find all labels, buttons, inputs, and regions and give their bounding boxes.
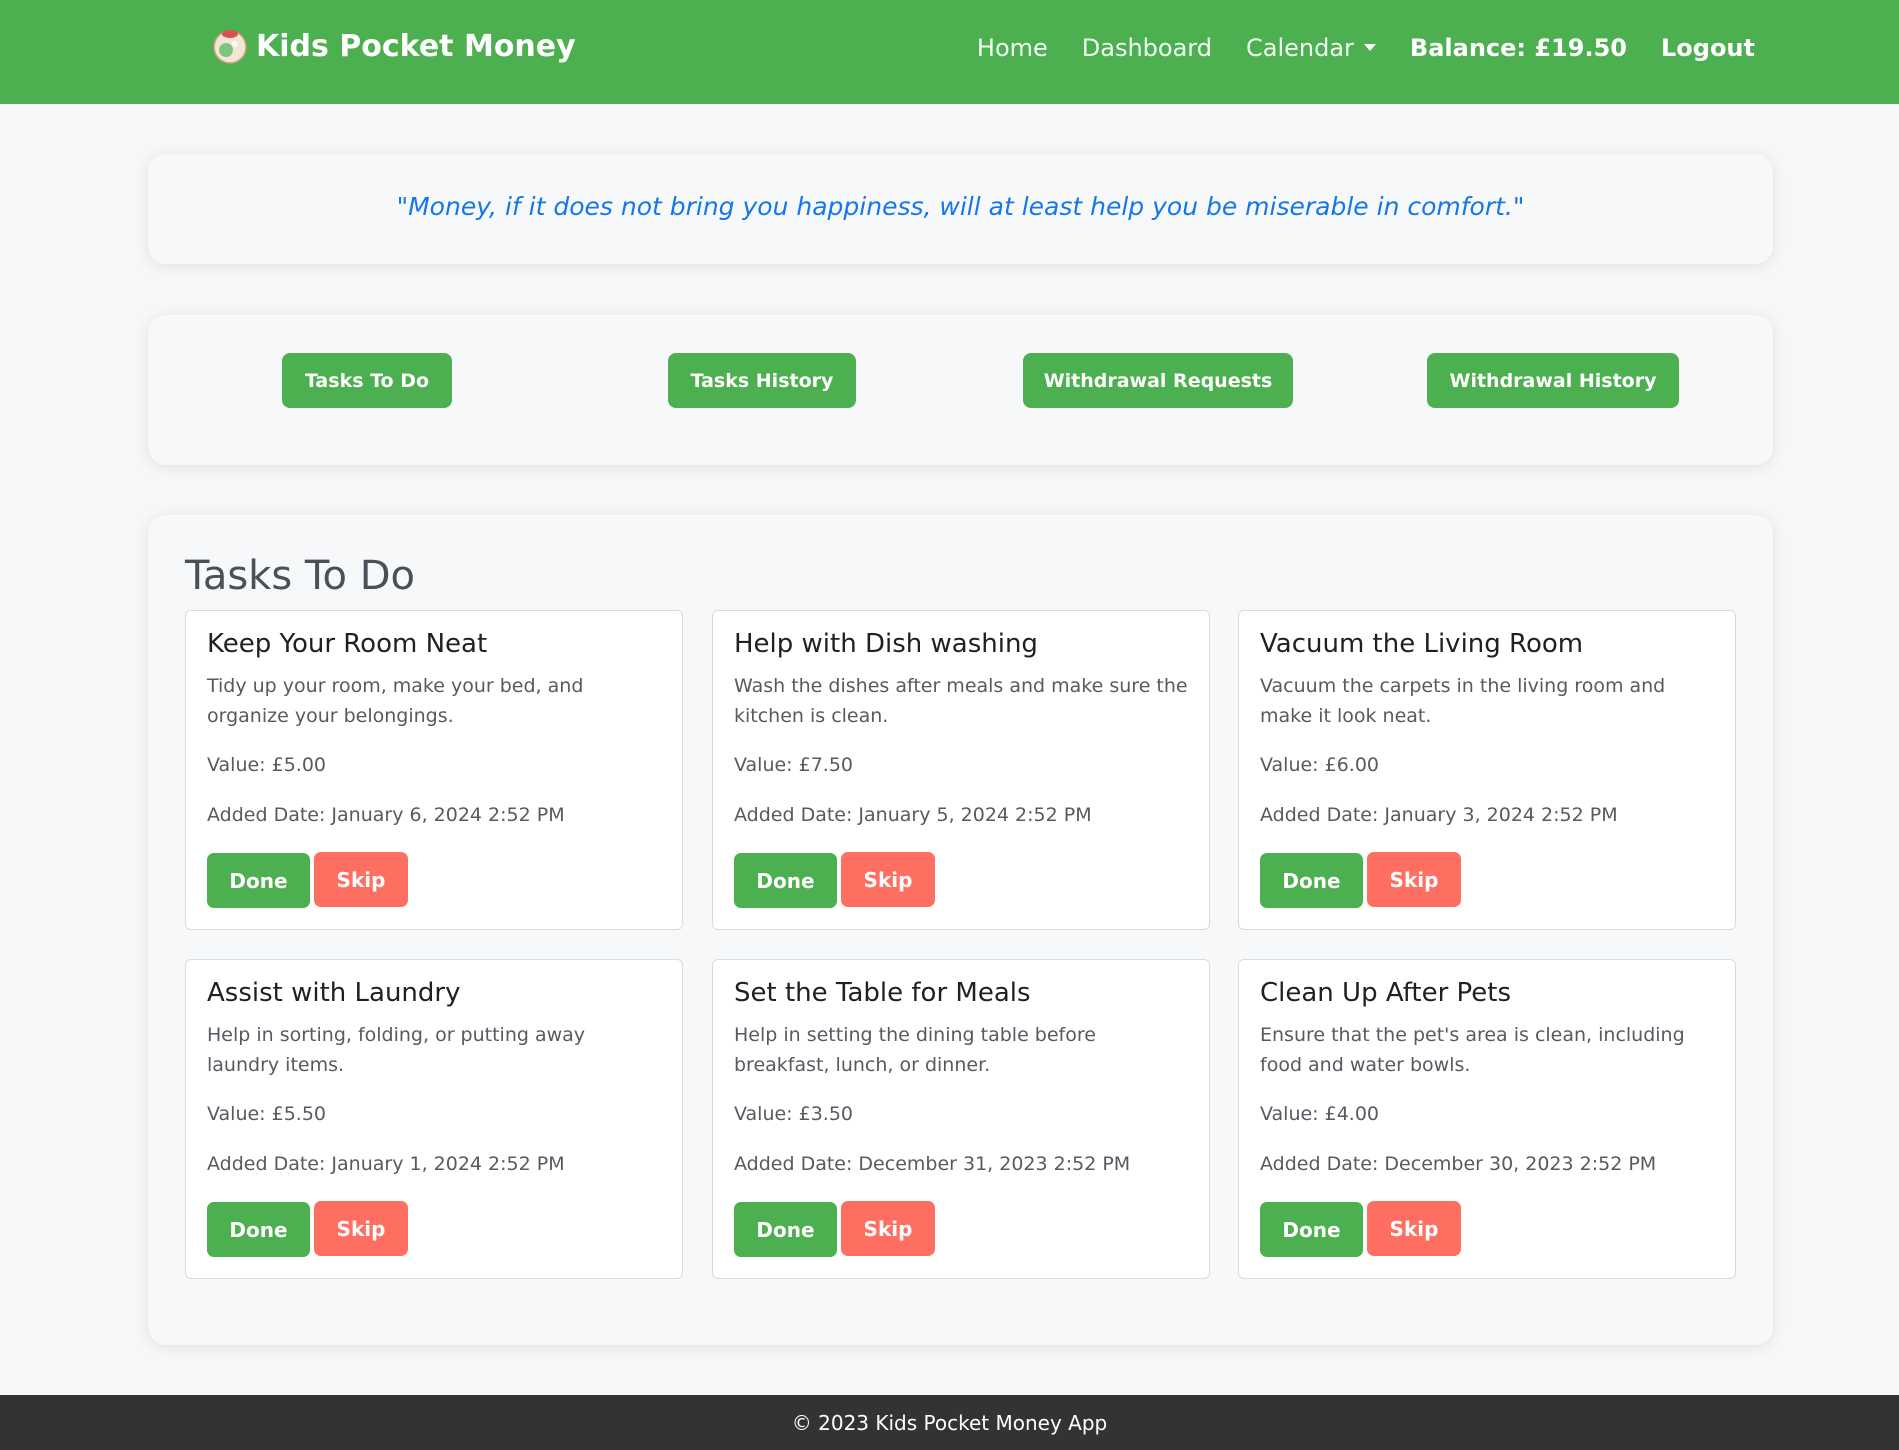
skip-button[interactable]: Skip bbox=[314, 852, 408, 907]
task-card: Clean Up After Pets Ensure that the pet'… bbox=[1238, 959, 1736, 1279]
balance-display: Balance: £19.50 bbox=[1409, 34, 1627, 62]
task-added-date: Added Date: December 31, 2023 2:52 PM bbox=[734, 1153, 1131, 1175]
task-title: Assist with Laundry bbox=[207, 978, 461, 1008]
task-added-date: Added Date: January 3, 2024 2:52 PM bbox=[1260, 804, 1618, 826]
task-card: Set the Table for Meals Help in setting … bbox=[712, 959, 1210, 1279]
brand-link[interactable]: Kids Pocket Money bbox=[210, 26, 576, 66]
task-added-date: Added Date: December 30, 2023 2:52 PM bbox=[1260, 1153, 1657, 1175]
task-description: Vacuum the carpets in the living room an… bbox=[1260, 675, 1666, 727]
skip-button[interactable]: Skip bbox=[314, 1201, 408, 1256]
task-description: Help in sorting, folding, or putting awa… bbox=[207, 1024, 586, 1076]
actions-panel: Tasks To Do Tasks History Withdrawal Req… bbox=[148, 315, 1773, 465]
task-card: Help with Dish washing Wash the dishes a… bbox=[712, 610, 1210, 930]
task-card: Vacuum the Living Room Vacuum the carpet… bbox=[1238, 610, 1736, 930]
done-button[interactable]: Done bbox=[207, 1202, 310, 1257]
withdrawal-history-button[interactable]: Withdrawal History bbox=[1427, 353, 1679, 408]
task-value: Value: £4.00 bbox=[1260, 1103, 1380, 1125]
task-value: Value: £3.50 bbox=[734, 1103, 854, 1125]
footer-text: © 2023 Kids Pocket Money App bbox=[791, 1410, 1108, 1435]
tasks-history-button[interactable]: Tasks History bbox=[668, 353, 856, 408]
task-description: Ensure that the pet's area is clean, inc… bbox=[1260, 1024, 1685, 1076]
task-added-date: Added Date: January 5, 2024 2:52 PM bbox=[734, 804, 1092, 826]
task-added-date: Added Date: January 6, 2024 2:52 PM bbox=[207, 804, 565, 826]
caret-down-icon bbox=[1363, 43, 1376, 51]
nav-calendar-label: Calendar bbox=[1245, 34, 1354, 62]
nav-dashboard[interactable]: Dashboard bbox=[1082, 34, 1212, 62]
task-value: Value: £5.00 bbox=[207, 754, 327, 776]
done-button[interactable]: Done bbox=[207, 853, 310, 908]
navbar: Kids Pocket Money Home Dashboard Calenda… bbox=[0, 0, 1899, 104]
logout-link[interactable]: Logout bbox=[1661, 34, 1755, 62]
task-title: Vacuum the Living Room bbox=[1260, 629, 1584, 659]
skip-button[interactable]: Skip bbox=[841, 1201, 935, 1256]
brand-name: Kids Pocket Money bbox=[256, 28, 576, 64]
task-title: Set the Table for Meals bbox=[734, 978, 1031, 1008]
task-value: Value: £7.50 bbox=[734, 754, 854, 776]
quote-panel: "Money, if it does not bring you happine… bbox=[148, 154, 1773, 264]
tasks-heading: Tasks To Do bbox=[185, 553, 415, 599]
skip-button[interactable]: Skip bbox=[1367, 1201, 1461, 1256]
tasks-to-do-button[interactable]: Tasks To Do bbox=[282, 353, 452, 408]
task-description: Wash the dishes after meals and make sur… bbox=[734, 675, 1188, 727]
done-button[interactable]: Done bbox=[734, 853, 837, 908]
done-button[interactable]: Done bbox=[1260, 853, 1363, 908]
task-description: Help in setting the dining table before … bbox=[734, 1024, 1096, 1076]
task-title: Clean Up After Pets bbox=[1260, 978, 1512, 1008]
skip-button[interactable]: Skip bbox=[841, 852, 935, 907]
piggy-bank-icon bbox=[210, 26, 250, 66]
task-card: Keep Your Room Neat Tidy up your room, m… bbox=[185, 610, 683, 930]
task-added-date: Added Date: January 1, 2024 2:52 PM bbox=[207, 1153, 565, 1175]
quote-text: "Money, if it does not bring you happine… bbox=[396, 192, 1525, 221]
task-description: Tidy up your room, make your bed, and or… bbox=[207, 675, 584, 727]
nav-links: Home Dashboard Calendar Balance: £19.50 … bbox=[977, 34, 1755, 62]
skip-button[interactable]: Skip bbox=[1367, 852, 1461, 907]
tasks-panel: Tasks To Do Keep Your Room Neat Tidy up … bbox=[148, 515, 1773, 1345]
task-value: Value: £5.50 bbox=[207, 1103, 327, 1125]
footer: © 2023 Kids Pocket Money App bbox=[0, 1395, 1899, 1450]
task-title: Help with Dish washing bbox=[734, 629, 1038, 659]
done-button[interactable]: Done bbox=[1260, 1202, 1363, 1257]
task-value: Value: £6.00 bbox=[1260, 754, 1380, 776]
nav-calendar-dropdown[interactable]: Calendar bbox=[1246, 34, 1376, 62]
task-card: Assist with Laundry Help in sorting, fol… bbox=[185, 959, 683, 1279]
nav-home[interactable]: Home bbox=[977, 34, 1048, 62]
withdrawal-requests-button[interactable]: Withdrawal Requests bbox=[1023, 353, 1293, 408]
task-title: Keep Your Room Neat bbox=[207, 629, 488, 659]
done-button[interactable]: Done bbox=[734, 1202, 837, 1257]
